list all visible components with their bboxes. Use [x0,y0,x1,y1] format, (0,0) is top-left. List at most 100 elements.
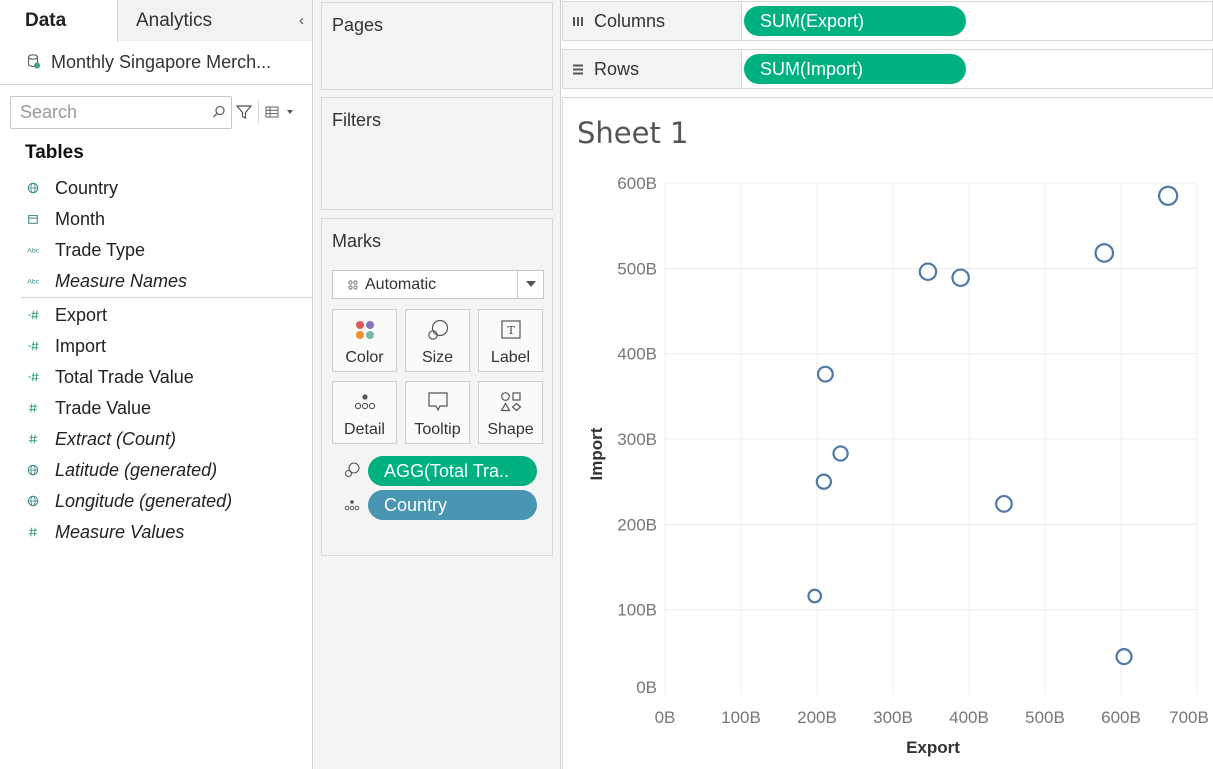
field-label: Measure Names [55,271,188,291]
chevron-down-icon[interactable] [517,271,543,298]
rows-shelf[interactable]: Rows SUM(Import) [562,49,1213,89]
scatter-point[interactable] [1094,243,1115,263]
detail-encoding-icon [344,500,360,511]
field-label: Trade Value [55,398,152,418]
field-label: Export [55,305,108,325]
globe-icon [26,182,40,196]
hash-icon [26,402,40,416]
scatter-point[interactable] [1115,648,1133,666]
size-pill[interactable]: AGG(Total Tra.. [368,456,537,486]
x-tick-label: 700B [1169,708,1209,727]
size-button[interactable]: Size [405,309,470,372]
field-measure-names[interactable]: Abc Measure Names [0,268,312,296]
scatter-point[interactable] [832,445,849,462]
automatic-marks-icon [348,280,358,290]
y-tick-label: 400B [617,345,657,364]
shape-button[interactable]: Shape [478,381,543,444]
tooltip-button[interactable]: Tooltip [405,381,470,444]
tooltip-button-label: Tooltip [414,421,461,438]
columns-pill[interactable]: SUM(Export) [744,6,966,36]
y-tick-label: 500B [617,259,657,278]
x-tick-label: 200B [797,708,837,727]
measure-icon [26,340,40,354]
detail-button[interactable]: Detail [332,381,397,444]
datasource-row[interactable]: Monthly Singapore Merch... [0,41,312,85]
x-tick-label: 500B [1025,708,1065,727]
marks-card: Marks Automatic Color Size T Label Detai… [321,218,553,556]
y-axis-title: Import [587,427,606,480]
scatter-point[interactable] [815,473,833,490]
label-button-label: Label [490,349,531,366]
filters-card-title: Filters [332,110,381,130]
color-icon [356,321,374,339]
view-options-icon[interactable] [265,106,295,118]
field-latitude-generated[interactable]: Latitude (generated) [0,457,312,485]
color-button[interactable]: Color [332,309,397,372]
x-tick-label: 400B [949,708,989,727]
mark-type-dropdown[interactable]: Automatic [332,270,544,299]
y-tick-label: 300B [617,430,657,449]
search-icon[interactable] [212,105,226,119]
scatter-point[interactable] [918,262,938,282]
field-country[interactable]: Country [0,175,312,203]
field-measure-values[interactable]: Measure Values [0,519,312,547]
columns-shelf[interactable]: Columns SUM(Export) [562,1,1213,41]
svg-text:Abc: Abc [27,248,39,255]
field-label: Import [55,336,107,356]
svg-text:Abc: Abc [27,279,39,286]
datasource-name: Monthly Singapore Merch... [51,52,272,72]
field-export[interactable]: Export [0,302,312,330]
pages-card[interactable]: Pages [321,2,553,90]
rows-pill[interactable]: SUM(Import) [744,54,966,84]
scatter-point[interactable] [816,365,834,383]
measure-icon [26,309,40,323]
field-label: Month [55,209,106,229]
tooltip-icon [428,392,448,412]
scatter-point[interactable] [807,588,823,604]
field-total-trade-value[interactable]: Total Trade Value [0,364,312,392]
field-trade-type[interactable]: Abc Trade Type [0,237,312,265]
side-tabs: Data Analytics ‹ [0,0,312,42]
tables-header: Tables [25,142,84,163]
filter-icon[interactable] [236,104,252,120]
field-month[interactable]: Month [0,206,312,234]
field-trade-value[interactable]: Trade Value [0,395,312,423]
toolbar-divider [258,100,259,124]
abc-icon: Abc [26,244,40,258]
size-button-label: Size [421,349,454,366]
rows-shelf-header: Rows [563,50,742,88]
detail-icon [354,394,376,410]
filters-card[interactable]: Filters [321,97,553,210]
label-button[interactable]: T Label [478,309,543,372]
scatter-chart[interactable]: 0B 100B 200B 300B 400B 500B 600B 0B 100B 200B 300B… [563,98,1213,769]
svg-text:T: T [507,324,515,337]
x-tick-label: 0B [655,708,676,727]
label-icon: T [501,320,521,339]
hash-icon [26,526,40,540]
scatter-point[interactable] [1158,185,1179,206]
x-tick-label: 300B [873,708,913,727]
measure-icon [26,371,40,385]
tab-analytics-label: Analytics [136,10,213,31]
globe-icon [26,495,40,509]
mark-type-label: Automatic [365,276,437,293]
tab-analytics[interactable]: Analytics ‹ [118,0,312,41]
x-axis-title: Export [906,738,960,757]
field-label: Measure Values [55,522,185,542]
columns-label: Columns [594,11,666,31]
field-import[interactable]: Import [0,333,312,361]
field-label: Trade Type [55,240,146,260]
detail-pill[interactable]: Country [368,490,537,520]
x-tick-label: 600B [1101,708,1141,727]
tab-data[interactable]: Data [0,0,118,42]
search-input[interactable] [11,97,206,128]
field-longitude-generated[interactable]: Longitude (generated) [0,488,312,516]
field-extract-count[interactable]: Extract (Count) [0,426,312,454]
color-button-label: Color [345,349,384,366]
shelves-pane: Pages Filters Marks Automatic Color Size… [314,0,561,769]
shape-icon [500,392,522,412]
scatter-point[interactable] [995,494,1013,513]
collapse-pane-icon[interactable]: ‹ [299,0,304,41]
y-tick-label: 600B [617,174,657,193]
scatter-point[interactable] [951,268,970,287]
